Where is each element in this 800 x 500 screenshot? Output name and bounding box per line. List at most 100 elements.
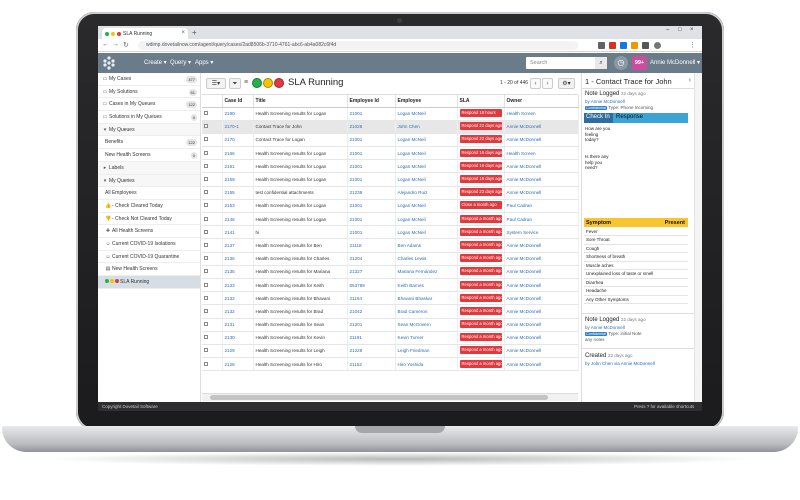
table-row[interactable]: 2170 Contact Trace for Logan 21001 Logan Mc…	[202, 133, 579, 148]
cell-id[interactable]: 2132	[222, 291, 254, 306]
clock-icon[interactable]: ◷	[614, 56, 628, 70]
cell-id[interactable]: 2131	[222, 318, 254, 332]
cell-emp-id[interactable]: 21001	[347, 199, 396, 214]
cell-owner[interactable]: Paul Cadran	[504, 212, 579, 227]
cell-id[interactable]: 2146	[222, 212, 254, 227]
sidebar-item[interactable]: ☺Current COVID-19 Isolations	[98, 238, 200, 251]
table-row[interactable]: 2153 Health Screening results for Logan 21…	[202, 199, 579, 214]
sidebar-item[interactable]: 👎- Check Not Cleared Today	[98, 213, 200, 226]
table-row[interactable]: 2132 Health Screening results for Bhavani…	[202, 291, 579, 306]
cell-emp-id[interactable]: 21001	[347, 172, 396, 187]
cell-emp[interactable]: Leigh Friedman	[395, 344, 458, 359]
row-checkbox[interactable]	[204, 361, 208, 366]
cell-emp-id[interactable]: 21001	[347, 107, 396, 121]
sidebar-item[interactable]: ▤ New Health Screens	[98, 263, 200, 276]
sidebar-item[interactable]: ▭ My Cases 477	[98, 73, 200, 86]
cell-id[interactable]: 2130	[222, 331, 254, 345]
table-row[interactable]: 2130 Health Screening results for Kevin 21…	[202, 331, 579, 345]
cell-emp-id[interactable]: 21001	[347, 212, 396, 227]
cell-owner[interactable]: Paul Cadran	[504, 199, 579, 214]
feedly-extension-icon[interactable]	[631, 42, 638, 49]
browser-tab[interactable]: SLA Running ×	[102, 28, 188, 39]
cell-id[interactable]: 2141	[222, 225, 254, 240]
cell-emp[interactable]: Logan McNeil	[395, 199, 458, 214]
sidebar-item[interactable]: ▭ Solutions in My Queues 0	[98, 111, 200, 124]
table-row[interactable]: 2190 Health Screening results for Logan 21…	[202, 107, 579, 121]
cell-id[interactable]: 2135	[222, 265, 254, 279]
cell-emp-id[interactable]: 21118	[347, 238, 396, 253]
row-checkbox[interactable]	[204, 322, 208, 327]
cell-id[interactable]: 2133	[222, 278, 254, 293]
cell-id[interactable]: 2136	[222, 252, 254, 266]
sidebar-item[interactable]: All Employees	[98, 187, 200, 200]
cell-emp[interactable]: Logan McNeil	[395, 107, 458, 121]
pdf-extension-icon[interactable]	[609, 42, 616, 49]
table-row[interactable]: 2132 Health Screening results for Brad 210…	[202, 304, 579, 319]
cell-emp-id[interactable]: 653789	[347, 278, 396, 293]
column-header[interactable]: Case Id	[222, 95, 254, 108]
row-checkbox[interactable]	[204, 177, 208, 182]
forward-icon[interactable]: →	[112, 41, 119, 48]
row-checkbox[interactable]	[204, 335, 208, 340]
dovetail-logo-icon[interactable]	[102, 56, 116, 70]
cell-owner[interactable]: Annie McDonnell	[504, 344, 579, 359]
cell-id[interactable]: 2132	[222, 304, 254, 319]
new-tab-icon[interactable]: +	[192, 28, 197, 37]
panel-collapse-icon[interactable]: ›	[689, 77, 691, 84]
table-row[interactable]: 2161 Health Screening results for Logan 21…	[202, 159, 579, 174]
row-checkbox[interactable]	[204, 282, 208, 287]
cell-emp-id[interactable]: 21001	[347, 159, 396, 174]
sidebar-item[interactable]: ▾ My Queries	[98, 174, 200, 188]
cell-emp[interactable]: Mariana Fernández	[395, 265, 458, 279]
search-input[interactable]: Search	[526, 57, 596, 69]
profile-avatar-icon[interactable]	[654, 42, 661, 49]
cell-emp[interactable]: Kevin Turner	[395, 331, 458, 345]
function-extension-icon[interactable]	[642, 42, 649, 49]
cell-emp[interactable]: Logan McNeil	[395, 146, 458, 161]
cell-id[interactable]: 2190	[222, 107, 254, 121]
row-checkbox[interactable]	[204, 111, 208, 116]
cell-emp-id[interactable]: 21001	[347, 133, 396, 148]
cell-id[interactable]: 2128	[222, 357, 254, 372]
create-menu[interactable]: Create ▾	[144, 59, 167, 66]
cell-owner[interactable]: Annie McDonnell	[504, 265, 579, 279]
note-author-link[interactable]: by Annie McDonnell	[585, 325, 625, 330]
cell-id[interactable]: 2170-1	[222, 120, 254, 134]
cell-emp[interactable]: Logan McNeil	[395, 159, 458, 174]
sidebar-item[interactable]: ▭ Cases in My Queues 122	[98, 98, 200, 112]
cell-id[interactable]: 2166	[222, 146, 254, 161]
row-checkbox[interactable]	[204, 242, 208, 247]
tab-close-icon[interactable]: ×	[181, 30, 185, 36]
search-icon[interactable]: ⌕	[595, 57, 607, 69]
cell-emp-id[interactable]: 21028	[347, 120, 396, 134]
cell-owner[interactable]: Annie McDonnell	[504, 331, 579, 345]
sidebar-item[interactable]: ▸ Labels	[98, 161, 200, 175]
cell-emp-id[interactable]: 21204	[347, 252, 396, 266]
column-header[interactable]: SLA	[457, 95, 505, 108]
table-row[interactable]: 2141 hi 21001 Logan McNeil Respond a month a…	[202, 225, 579, 240]
cell-owner[interactable]: Annie McDonnell	[504, 159, 579, 174]
cell-emp-id[interactable]: 21327	[347, 265, 396, 279]
column-header[interactable]: Employee Id	[347, 95, 396, 108]
cell-emp-id[interactable]: 21042	[347, 304, 396, 319]
cell-id[interactable]: 2137	[222, 238, 254, 253]
cell-emp-id[interactable]: 21001	[347, 146, 396, 161]
table-row[interactable]: 2137 Health Screening results for Ben 2111…	[202, 238, 579, 253]
created-author-link[interactable]: by John Chen via Annie McDonnell	[585, 361, 655, 366]
cell-emp[interactable]: Logan McNeil	[395, 133, 458, 148]
table-row[interactable]: 2146 Health Screening results for Logan 21…	[202, 212, 579, 227]
row-checkbox[interactable]	[204, 203, 208, 208]
cell-owner[interactable]: Annie McDonnell	[504, 357, 579, 372]
cell-emp-id[interactable]: 21201	[347, 318, 396, 332]
row-checkbox[interactable]	[204, 163, 208, 168]
sidebar-item[interactable]: ▾ My Queues	[98, 123, 200, 137]
cell-owner[interactable]: Annie McDonnell	[504, 172, 579, 187]
table-row[interactable]: 2135 Health Screening results for Mariana…	[202, 265, 579, 279]
url-field[interactable]: wdimp.dovetailnow.com/agent/query/cases/…	[138, 41, 578, 50]
cell-owner[interactable]: Health Screen	[504, 146, 579, 161]
cell-emp[interactable]: Sean McGovern	[395, 318, 458, 332]
sidebar-item[interactable]: ✚ All Health Screens	[98, 225, 200, 238]
cell-owner[interactable]: Annie McDonnell	[504, 238, 579, 253]
cell-emp-id[interactable]: 21228	[347, 344, 396, 359]
sidebar-item[interactable]: Benefits 122	[98, 136, 200, 150]
